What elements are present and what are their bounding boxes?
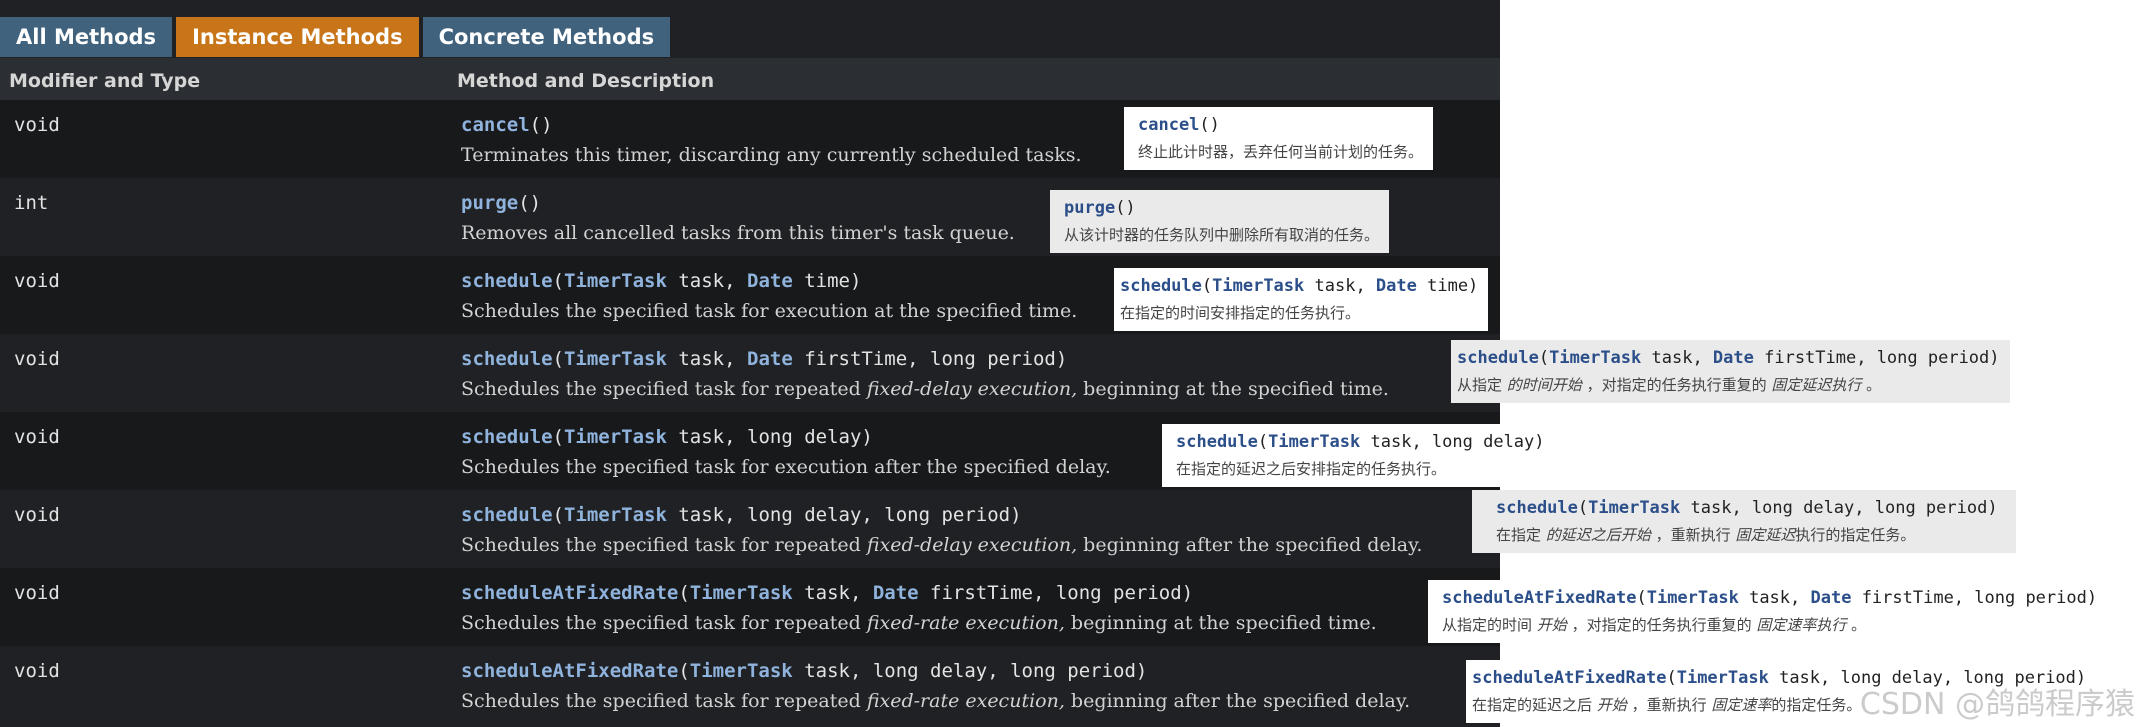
modifier-type: void bbox=[14, 504, 60, 526]
translation-note: schedule(TimerTask task, Date time) 在指定的… bbox=[1114, 268, 1489, 331]
method-link[interactable]: purge bbox=[461, 192, 518, 214]
tab-all-methods[interactable]: All Methods bbox=[0, 17, 173, 57]
method-tabs: All Methods Instance Methods Concrete Me… bbox=[0, 17, 671, 57]
method-link[interactable]: scheduleAtFixedRate bbox=[461, 582, 678, 604]
method-signature: scheduleAtFixedRate(TimerTask task, Date… bbox=[461, 582, 1194, 604]
translation-note: scheduleAtFixedRate(TimerTask task, Date… bbox=[1428, 580, 2108, 643]
modifier-type: void bbox=[14, 582, 60, 604]
translation-signature: schedule(TimerTask task, long delay, lon… bbox=[1496, 498, 1998, 518]
method-link[interactable]: schedule bbox=[461, 348, 553, 370]
modifier-type: void bbox=[14, 426, 60, 448]
method-signature: schedule(TimerTask task, long delay) bbox=[461, 426, 873, 448]
method-link[interactable]: schedule bbox=[461, 504, 553, 526]
modifier-type: void bbox=[14, 660, 60, 682]
method-description: Terminates this timer, discarding any cu… bbox=[461, 144, 1082, 166]
translation-signature: cancel() bbox=[1138, 115, 1220, 135]
method-description: Schedules the specified task for repeate… bbox=[461, 690, 1411, 712]
method-signature: cancel() bbox=[461, 114, 553, 136]
method-description: Schedules the specified task for repeate… bbox=[461, 534, 1423, 556]
method-signature: schedule(TimerTask task, Date firstTime,… bbox=[461, 348, 1068, 370]
method-link[interactable]: scheduleAtFixedRate bbox=[461, 660, 678, 682]
table-row: void scheduleAtFixedRate(TimerTask task,… bbox=[0, 646, 1500, 724]
method-signature: schedule(TimerTask task, Date time) bbox=[461, 270, 862, 292]
header-modifier-type: Modifier and Type bbox=[9, 70, 201, 92]
translation-signature: purge() bbox=[1064, 198, 1136, 218]
modifier-type: int bbox=[14, 192, 49, 214]
table-row: void schedule(TimerTask task, long delay… bbox=[0, 490, 1500, 568]
watermark: CSDN @鸽鸽程序猿 bbox=[1859, 687, 2135, 722]
translation-signature: schedule(TimerTask task, Date firstTime,… bbox=[1457, 348, 2000, 368]
translation-signature: scheduleAtFixedRate(TimerTask task, Date… bbox=[1442, 588, 2098, 608]
translation-note: schedule(TimerTask task, Date firstTime,… bbox=[1451, 340, 2010, 403]
method-link[interactable]: cancel bbox=[461, 114, 530, 136]
modifier-type: void bbox=[14, 114, 60, 136]
translation-text: 从指定的时间 开始 ，对指定的任务执行重复的 固定速率执行 。 bbox=[1442, 616, 1867, 634]
method-signature: schedule(TimerTask task, long delay, lon… bbox=[461, 504, 1022, 526]
tab-instance-methods[interactable]: Instance Methods bbox=[176, 17, 419, 57]
method-description: Schedules the specified task for repeate… bbox=[461, 612, 1377, 634]
translation-signature: schedule(TimerTask task, long delay) bbox=[1176, 432, 1545, 452]
translation-text: 在指定的延迟之后安排指定的任务执行。 bbox=[1176, 460, 1447, 478]
method-description: Schedules the specified task for executi… bbox=[461, 456, 1111, 478]
method-link[interactable]: schedule bbox=[461, 270, 553, 292]
table-row: void schedule(TimerTask task, Date first… bbox=[0, 334, 1500, 412]
method-description: Schedules the specified task for executi… bbox=[461, 300, 1078, 322]
translation-note: cancel() 终止此计时器，丢弃任何当前计划的任务。 bbox=[1124, 107, 1434, 170]
header-method-description: Method and Description bbox=[457, 70, 715, 92]
method-link[interactable]: schedule bbox=[461, 426, 553, 448]
modifier-type: void bbox=[14, 270, 60, 292]
translation-note: purge() 从该计时器的任务队列中删除所有取消的任务。 bbox=[1050, 190, 1390, 253]
translation-text: 终止此计时器，丢弃任何当前计划的任务。 bbox=[1138, 143, 1424, 161]
translation-note: schedule(TimerTask task, long delay, lon… bbox=[1472, 490, 2016, 553]
tab-concrete-methods[interactable]: Concrete Methods bbox=[422, 17, 671, 57]
table-row: void scheduleAtFixedRate(TimerTask task,… bbox=[0, 568, 1500, 646]
translation-text: 在指定的时间安排指定的任务执行。 bbox=[1120, 304, 1361, 322]
translation-text: 从该计时器的任务队列中删除所有取消的任务。 bbox=[1064, 226, 1380, 244]
translation-text: 在指定 的延迟之后开始 ，重新执行 固定延迟执行的指定任务。 bbox=[1496, 526, 1916, 544]
method-description: Schedules the specified task for repeate… bbox=[461, 378, 1389, 400]
modifier-type: void bbox=[14, 348, 60, 370]
translation-signature: schedule(TimerTask task, Date time) bbox=[1120, 276, 1479, 296]
method-signature: purge() bbox=[461, 192, 542, 214]
method-description: Removes all cancelled tasks from this ti… bbox=[461, 222, 1015, 244]
table-header: Modifier and Type Method and Description bbox=[0, 58, 1500, 100]
method-signature: scheduleAtFixedRate(TimerTask task, long… bbox=[461, 660, 1148, 682]
translation-text: 从指定 的时间开始 ，对指定的任务执行重复的 固定延迟执行 。 bbox=[1457, 376, 1882, 394]
translation-note: schedule(TimerTask task, long delay) 在指定… bbox=[1162, 424, 1555, 487]
